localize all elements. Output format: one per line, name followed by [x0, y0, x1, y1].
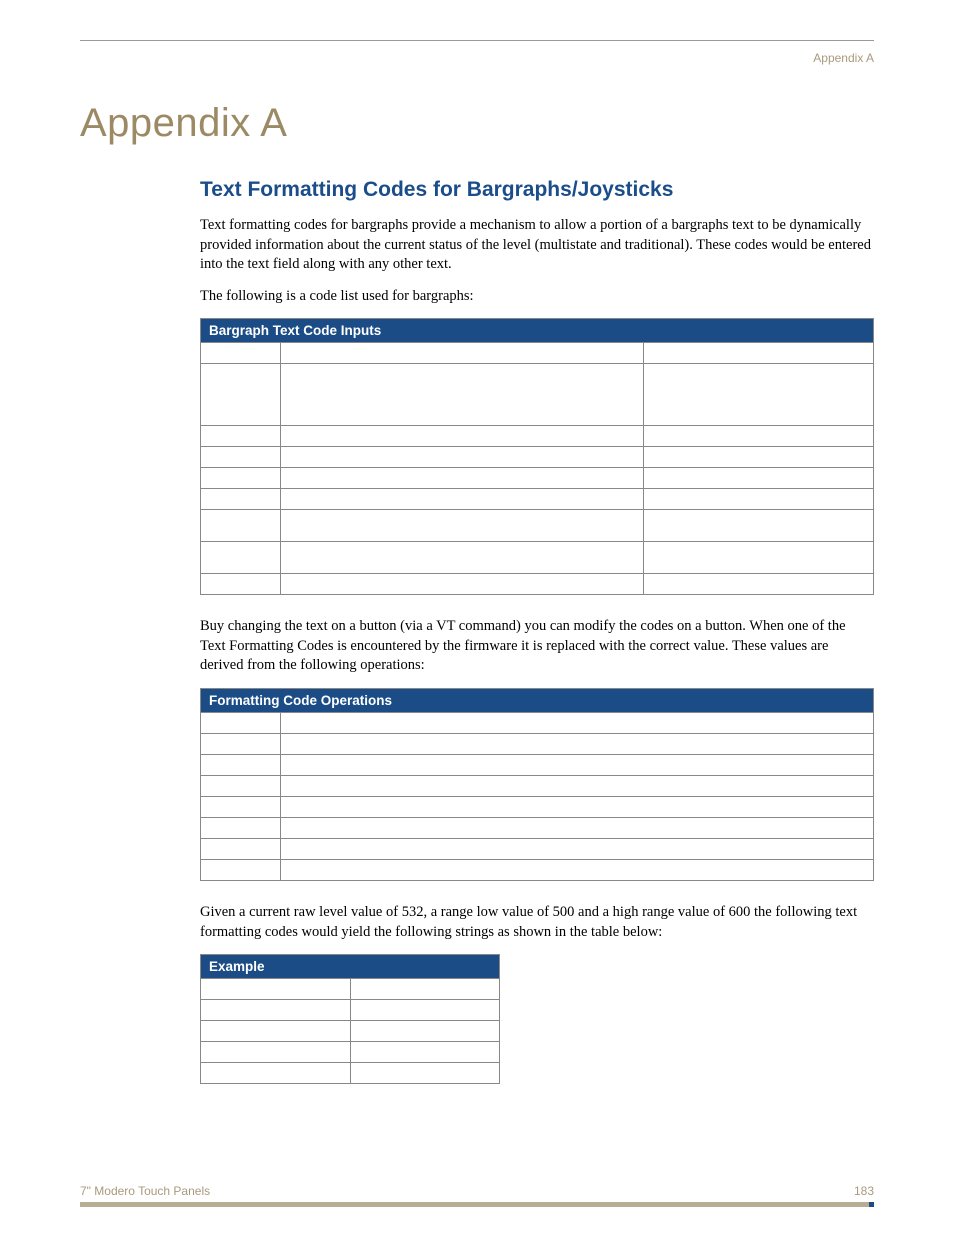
running-head: Appendix A	[80, 51, 874, 65]
paragraph: Text formatting codes for bargraphs prov…	[200, 216, 874, 275]
page: Appendix A Appendix A Text Formatting Co…	[0, 0, 954, 1235]
table-formatting-operations: Formatting Code Operations	[200, 688, 874, 881]
table-header: Bargraph Text Code Inputs	[201, 319, 874, 343]
footer-bar	[80, 1202, 874, 1207]
footer-page-number: 183	[854, 1184, 874, 1198]
table-bargraph-codes: Bargraph Text Code Inputs	[200, 318, 874, 595]
top-rule	[80, 40, 874, 41]
table-example: Example	[200, 954, 500, 1084]
section-heading: Text Formatting Codes for Bargraphs/Joys…	[200, 178, 874, 202]
table-header: Formatting Code Operations	[201, 688, 874, 712]
chapter-title: Appendix A	[80, 101, 874, 146]
paragraph: Given a current raw level value of 532, …	[200, 903, 874, 942]
table-header: Example	[201, 955, 500, 979]
paragraph: Buy changing the text on a button (via a…	[200, 617, 874, 676]
footer-doc-title: 7" Modero Touch Panels	[80, 1184, 210, 1198]
content-block: Text Formatting Codes for Bargraphs/Joys…	[200, 178, 874, 1084]
paragraph: The following is a code list used for ba…	[200, 287, 874, 307]
page-footer: 7" Modero Touch Panels 183	[80, 1184, 874, 1207]
